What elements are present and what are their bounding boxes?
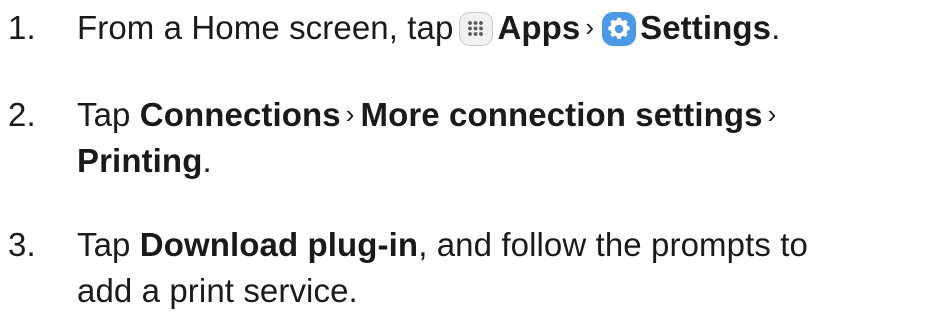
chevron-separator: › [345,99,355,129]
step-3-tap: Tap [77,226,131,263]
chevron-separator: › [585,12,595,42]
period: . [771,9,781,46]
step-line: add a print service. [77,266,928,312]
settings-label: Settings [640,9,772,46]
settings-gear-icon [602,12,637,46]
step-1-text: From a Home screen, tap [77,9,454,46]
period: . [202,142,212,179]
apps-grid-icon [459,12,494,46]
step-3-text-cont: add a print service. [77,272,358,309]
step-text: Tap Download plug-in, and follow the pro… [77,220,928,312]
step-number: 3. [8,226,36,263]
more-connection-settings-label: More connection settings [360,96,763,133]
step-line: From a Home screen, tap Apps › Settings. [77,3,928,51]
download-plugin-label: Download plug-in [139,226,419,263]
apps-label: Apps [497,9,581,46]
instructions-page: 1. From a Home screen, tap Apps › Settin… [0,0,928,318]
step-2-tap: Tap [77,96,131,133]
step-line: Printing. [77,136,928,182]
step-text: Tap Connections › More connection settings… [77,90,928,182]
step-3-text: , and follow the prompts to [418,226,808,263]
step-text: From a Home screen, tap Apps › Settings. [77,3,928,51]
chevron-separator: › [767,99,777,129]
step-number: 1. [8,9,36,46]
step-line: Tap Download plug-in, and follow the pro… [77,220,928,266]
connections-label: Connections [139,96,341,133]
printing-label: Printing [77,142,203,179]
step-number: 2. [8,96,36,133]
step-line: Tap Connections › More connection settings… [77,90,928,136]
